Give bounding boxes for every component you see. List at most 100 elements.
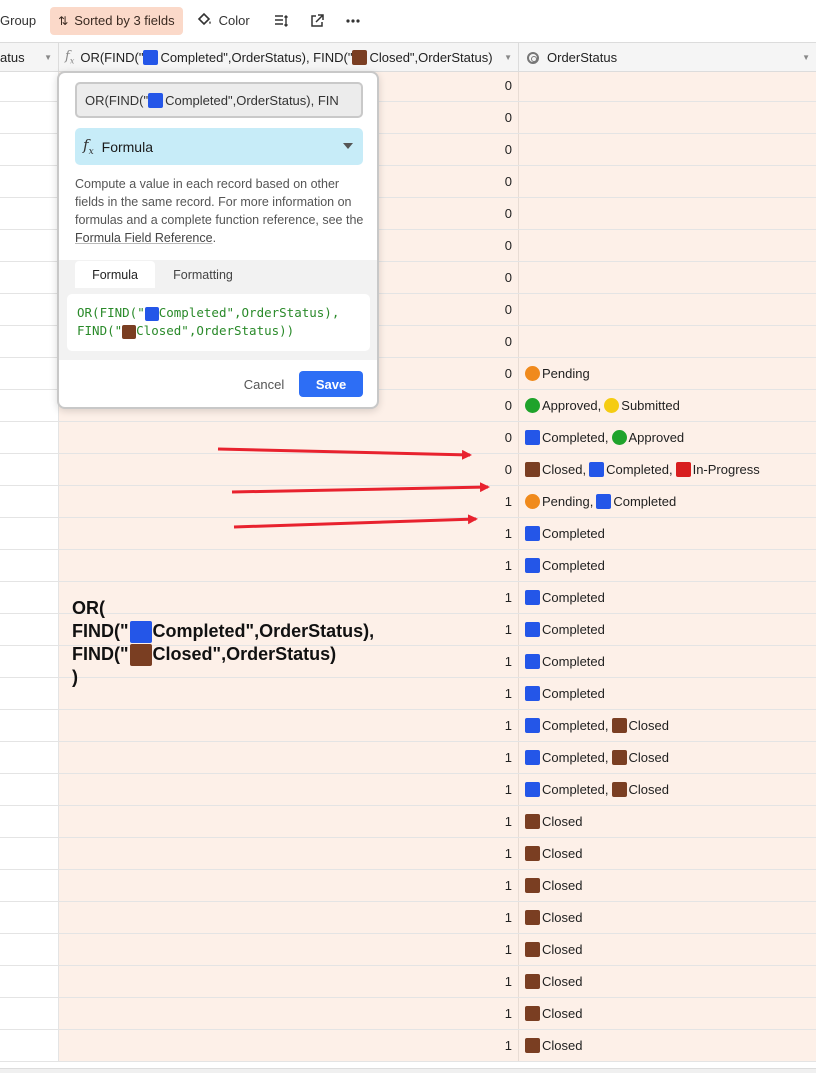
- status-cell-partial[interactable]: [0, 774, 59, 805]
- orderstatus-cell[interactable]: Closed: [519, 838, 816, 869]
- status-cell-partial[interactable]: [0, 486, 59, 517]
- status-cell-partial[interactable]: [0, 806, 59, 837]
- orderstatus-cell[interactable]: Completed: [519, 646, 816, 677]
- status-cell-partial[interactable]: [0, 198, 59, 229]
- table-row[interactable]: 1 Completed, Closed: [0, 710, 816, 742]
- table-row[interactable]: 1 Completed: [0, 550, 816, 582]
- orderstatus-cell[interactable]: [519, 134, 816, 165]
- orderstatus-cell[interactable]: Completed, Approved: [519, 422, 816, 453]
- status-cell-partial[interactable]: [0, 934, 59, 965]
- orderstatus-cell[interactable]: Completed, Closed: [519, 774, 816, 805]
- formula-cell[interactable]: 1: [59, 1030, 519, 1061]
- orderstatus-cell[interactable]: Completed: [519, 614, 816, 645]
- orderstatus-cell[interactable]: [519, 102, 816, 133]
- chevron-down-icon[interactable]: ▼: [44, 53, 52, 62]
- field-name-input[interactable]: OR(FIND(" Completed",OrderStatus), FIN: [75, 82, 363, 118]
- status-cell-partial[interactable]: [0, 646, 59, 677]
- status-cell-partial[interactable]: [0, 518, 59, 549]
- formula-cell[interactable]: 0: [59, 454, 519, 485]
- orderstatus-cell[interactable]: Closed: [519, 966, 816, 997]
- status-cell-partial[interactable]: [0, 966, 59, 997]
- chevron-down-icon[interactable]: ▼: [504, 53, 512, 62]
- orderstatus-cell[interactable]: Completed: [519, 518, 816, 549]
- table-row[interactable]: 1 Closed: [0, 998, 816, 1030]
- table-row[interactable]: 1 Completed, Closed: [0, 774, 816, 806]
- formula-cell[interactable]: 1: [59, 870, 519, 901]
- orderstatus-cell[interactable]: Pending: [519, 358, 816, 389]
- orderstatus-cell[interactable]: Completed: [519, 550, 816, 581]
- formula-code-editor[interactable]: OR(FIND(" Completed",OrderStatus), FIND("…: [67, 294, 370, 351]
- orderstatus-cell[interactable]: Completed, Closed: [519, 710, 816, 741]
- orderstatus-cell[interactable]: Closed: [519, 902, 816, 933]
- status-cell-partial[interactable]: [0, 902, 59, 933]
- orderstatus-cell[interactable]: [519, 72, 816, 101]
- group-button[interactable]: Group: [0, 7, 44, 35]
- status-cell-partial[interactable]: [0, 614, 59, 645]
- tab-formatting[interactable]: Formatting: [163, 261, 243, 288]
- status-cell-partial[interactable]: [0, 294, 59, 325]
- table-row[interactable]: 1 Closed: [0, 1030, 816, 1062]
- table-row[interactable]: 0 Closed, Completed, In-Progress: [0, 454, 816, 486]
- status-cell-partial[interactable]: [0, 454, 59, 485]
- orderstatus-cell[interactable]: Closed: [519, 934, 816, 965]
- status-cell-partial[interactable]: [0, 102, 59, 133]
- status-cell-partial[interactable]: [0, 422, 59, 453]
- status-cell-partial[interactable]: [0, 1030, 59, 1061]
- table-row[interactable]: 0 Completed, Approved: [0, 422, 816, 454]
- formula-cell[interactable]: 1: [59, 998, 519, 1029]
- status-cell-partial[interactable]: [0, 998, 59, 1029]
- orderstatus-cell[interactable]: Closed: [519, 998, 816, 1029]
- share-icon[interactable]: [302, 7, 332, 35]
- status-cell-partial[interactable]: [0, 582, 59, 613]
- formula-cell[interactable]: 1: [59, 742, 519, 773]
- status-cell-partial[interactable]: [0, 166, 59, 197]
- status-cell-partial[interactable]: [0, 710, 59, 741]
- orderstatus-cell[interactable]: Closed: [519, 806, 816, 837]
- table-row[interactable]: 1 Completed: [0, 518, 816, 550]
- orderstatus-cell[interactable]: [519, 230, 816, 261]
- table-row[interactable]: 1 Closed: [0, 966, 816, 998]
- formula-cell[interactable]: 0: [59, 422, 519, 453]
- orderstatus-cell[interactable]: Approved, Submitted: [519, 390, 816, 421]
- sort-button[interactable]: ⇅ Sorted by 3 fields: [50, 6, 183, 35]
- formula-cell[interactable]: 1: [59, 550, 519, 581]
- more-icon[interactable]: [338, 7, 368, 35]
- orderstatus-cell[interactable]: [519, 262, 816, 293]
- column-header-formula[interactable]: fx OR(FIND(" Completed",OrderStatus), FIN…: [59, 43, 519, 72]
- orderstatus-cell[interactable]: [519, 326, 816, 357]
- formula-cell[interactable]: 1: [59, 934, 519, 965]
- column-header-orderstatus[interactable]: OrderStatus ▼: [519, 43, 816, 72]
- color-button[interactable]: Color: [189, 7, 258, 35]
- save-button[interactable]: Save: [299, 371, 363, 397]
- formula-cell[interactable]: 1: [59, 710, 519, 741]
- orderstatus-cell[interactable]: Closed: [519, 1030, 816, 1061]
- status-cell-partial[interactable]: [0, 72, 59, 101]
- status-cell-partial[interactable]: [0, 326, 59, 357]
- orderstatus-cell[interactable]: Completed: [519, 678, 816, 709]
- chevron-down-icon[interactable]: ▼: [802, 53, 810, 62]
- row-height-icon[interactable]: [266, 7, 296, 35]
- status-cell-partial[interactable]: [0, 230, 59, 261]
- orderstatus-cell[interactable]: Pending, Completed: [519, 486, 816, 517]
- status-cell-partial[interactable]: [0, 870, 59, 901]
- formula-cell[interactable]: 1: [59, 518, 519, 549]
- table-row[interactable]: 1 Closed: [0, 838, 816, 870]
- table-row[interactable]: 1 Closed: [0, 806, 816, 838]
- orderstatus-cell[interactable]: Completed: [519, 582, 816, 613]
- formula-cell[interactable]: 1: [59, 486, 519, 517]
- orderstatus-cell[interactable]: [519, 166, 816, 197]
- status-cell-partial[interactable]: [0, 390, 59, 421]
- formula-cell[interactable]: 1: [59, 806, 519, 837]
- orderstatus-cell[interactable]: [519, 294, 816, 325]
- table-row[interactable]: 1 Closed: [0, 870, 816, 902]
- orderstatus-cell[interactable]: Closed: [519, 870, 816, 901]
- status-cell-partial[interactable]: [0, 550, 59, 581]
- formula-cell[interactable]: 1: [59, 838, 519, 869]
- status-cell-partial[interactable]: [0, 134, 59, 165]
- tab-formula[interactable]: Formula: [75, 261, 155, 288]
- status-cell-partial[interactable]: [0, 262, 59, 293]
- formula-cell[interactable]: 1: [59, 966, 519, 997]
- status-cell-partial[interactable]: [0, 838, 59, 869]
- table-row[interactable]: 1 Pending, Completed: [0, 486, 816, 518]
- orderstatus-cell[interactable]: [519, 198, 816, 229]
